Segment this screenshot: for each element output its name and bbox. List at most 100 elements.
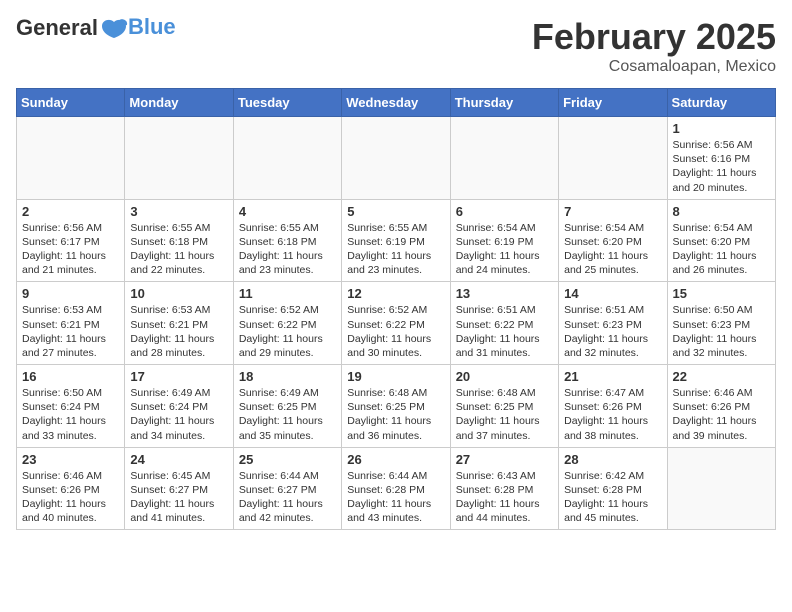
- calendar-cell: [450, 117, 558, 200]
- day-info: Sunrise: 6:49 AM Sunset: 6:25 PM Dayligh…: [239, 386, 336, 443]
- logo-bird-icon: [100, 18, 128, 40]
- day-number: 26: [347, 452, 444, 467]
- day-number: 10: [130, 286, 227, 301]
- calendar-cell: 5 Sunrise: 6:55 AM Sunset: 6:19 PM Daylig…: [342, 199, 450, 282]
- calendar-cell: 8 Sunrise: 6:54 AM Sunset: 6:20 PM Daylig…: [667, 199, 775, 282]
- day-number: 7: [564, 204, 661, 219]
- calendar-table: SundayMondayTuesdayWednesdayThursdayFrid…: [16, 88, 776, 530]
- calendar-cell: 12Sunrise: 6:52 AM Sunset: 6:22 PM Dayli…: [342, 282, 450, 365]
- day-info: Sunrise: 6:47 AM Sunset: 6:26 PM Dayligh…: [564, 386, 661, 443]
- day-info: Sunrise: 6:49 AM Sunset: 6:24 PM Dayligh…: [130, 386, 227, 443]
- day-info: Sunrise: 6:56 AM Sunset: 6:16 PM Dayligh…: [673, 138, 770, 195]
- day-number: 8: [673, 204, 770, 219]
- day-number: 23: [22, 452, 119, 467]
- calendar-body: 1 Sunrise: 6:56 AM Sunset: 6:16 PM Daylig…: [17, 117, 776, 530]
- day-number: 19: [347, 369, 444, 384]
- week-row-2: 2 Sunrise: 6:56 AM Sunset: 6:17 PM Daylig…: [17, 199, 776, 282]
- calendar-cell: 9 Sunrise: 6:53 AM Sunset: 6:21 PM Daylig…: [17, 282, 125, 365]
- weekday-header-wednesday: Wednesday: [342, 89, 450, 117]
- day-number: 21: [564, 369, 661, 384]
- day-number: 27: [456, 452, 553, 467]
- weekday-header-thursday: Thursday: [450, 89, 558, 117]
- day-number: 14: [564, 286, 661, 301]
- week-row-3: 9 Sunrise: 6:53 AM Sunset: 6:21 PM Daylig…: [17, 282, 776, 365]
- calendar-cell: 17 Sunrise: 6:49 AM Sunset: 6:24 PM Dayli…: [125, 365, 233, 448]
- day-info: Sunrise: 6:56 AM Sunset: 6:17 PM Dayligh…: [22, 221, 119, 278]
- calendar-cell: 19 Sunrise: 6:48 AM Sunset: 6:25 PM Dayli…: [342, 365, 450, 448]
- calendar-cell: 7 Sunrise: 6:54 AM Sunset: 6:20 PM Daylig…: [559, 199, 667, 282]
- calendar-cell: 16 Sunrise: 6:50 AM Sunset: 6:24 PM Dayli…: [17, 365, 125, 448]
- day-info: Sunrise: 6:53 AM Sunset: 6:21 PM Dayligh…: [130, 303, 227, 360]
- day-info: Sunrise: 6:44 AM Sunset: 6:27 PM Dayligh…: [239, 469, 336, 526]
- week-row-5: 23 Sunrise: 6:46 AM Sunset: 6:26 PM Dayli…: [17, 447, 776, 530]
- calendar-cell: 21 Sunrise: 6:47 AM Sunset: 6:26 PM Dayli…: [559, 365, 667, 448]
- day-info: Sunrise: 6:55 AM Sunset: 6:18 PM Dayligh…: [130, 221, 227, 278]
- calendar-cell: 15 Sunrise: 6:50 AM Sunset: 6:23 PM Dayli…: [667, 282, 775, 365]
- day-number: 3: [130, 204, 227, 219]
- calendar-cell: 1 Sunrise: 6:56 AM Sunset: 6:16 PM Daylig…: [667, 117, 775, 200]
- calendar-cell: 14 Sunrise: 6:51 AM Sunset: 6:23 PM Dayli…: [559, 282, 667, 365]
- week-row-1: 1 Sunrise: 6:56 AM Sunset: 6:16 PM Daylig…: [17, 117, 776, 200]
- calendar-cell: 2 Sunrise: 6:56 AM Sunset: 6:17 PM Daylig…: [17, 199, 125, 282]
- day-info: Sunrise: 6:44 AM Sunset: 6:28 PM Dayligh…: [347, 469, 444, 526]
- day-number: 17: [130, 369, 227, 384]
- day-info: Sunrise: 6:55 AM Sunset: 6:19 PM Dayligh…: [347, 221, 444, 278]
- day-info: Sunrise: 6:50 AM Sunset: 6:24 PM Dayligh…: [22, 386, 119, 443]
- weekday-header-monday: Monday: [125, 89, 233, 117]
- day-number: 4: [239, 204, 336, 219]
- calendar-cell: 6 Sunrise: 6:54 AM Sunset: 6:19 PM Daylig…: [450, 199, 558, 282]
- logo-blue: Blue: [128, 15, 176, 39]
- day-info: Sunrise: 6:52 AM Sunset: 6:22 PM Dayligh…: [239, 303, 336, 360]
- calendar-cell: 13 Sunrise: 6:51 AM Sunset: 6:22 PM Dayli…: [450, 282, 558, 365]
- day-number: 28: [564, 452, 661, 467]
- day-info: Sunrise: 6:45 AM Sunset: 6:27 PM Dayligh…: [130, 469, 227, 526]
- calendar-cell: [17, 117, 125, 200]
- day-number: 12: [347, 286, 444, 301]
- day-number: 24: [130, 452, 227, 467]
- day-number: 9: [22, 286, 119, 301]
- calendar-cell: 10 Sunrise: 6:53 AM Sunset: 6:21 PM Dayli…: [125, 282, 233, 365]
- day-info: Sunrise: 6:51 AM Sunset: 6:23 PM Dayligh…: [564, 303, 661, 360]
- weekday-header-saturday: Saturday: [667, 89, 775, 117]
- logo: General Blue: [16, 16, 176, 40]
- calendar-cell: 3 Sunrise: 6:55 AM Sunset: 6:18 PM Daylig…: [125, 199, 233, 282]
- day-number: 20: [456, 369, 553, 384]
- day-info: Sunrise: 6:43 AM Sunset: 6:28 PM Dayligh…: [456, 469, 553, 526]
- day-info: Sunrise: 6:54 AM Sunset: 6:19 PM Dayligh…: [456, 221, 553, 278]
- day-number: 6: [456, 204, 553, 219]
- day-info: Sunrise: 6:46 AM Sunset: 6:26 PM Dayligh…: [22, 469, 119, 526]
- day-info: Sunrise: 6:54 AM Sunset: 6:20 PM Dayligh…: [564, 221, 661, 278]
- day-number: 16: [22, 369, 119, 384]
- weekday-header-friday: Friday: [559, 89, 667, 117]
- day-info: Sunrise: 6:46 AM Sunset: 6:26 PM Dayligh…: [673, 386, 770, 443]
- calendar-cell: 20 Sunrise: 6:48 AM Sunset: 6:25 PM Dayli…: [450, 365, 558, 448]
- day-info: Sunrise: 6:53 AM Sunset: 6:21 PM Dayligh…: [22, 303, 119, 360]
- calendar-cell: 26 Sunrise: 6:44 AM Sunset: 6:28 PM Dayli…: [342, 447, 450, 530]
- calendar-cell: [342, 117, 450, 200]
- day-info: Sunrise: 6:48 AM Sunset: 6:25 PM Dayligh…: [347, 386, 444, 443]
- weekday-header-row: SundayMondayTuesdayWednesdayThursdayFrid…: [17, 89, 776, 117]
- calendar-cell: 27 Sunrise: 6:43 AM Sunset: 6:28 PM Dayli…: [450, 447, 558, 530]
- day-number: 2: [22, 204, 119, 219]
- logo-text: General: [16, 16, 128, 40]
- month-title: February 2025: [532, 16, 776, 58]
- day-number: 18: [239, 369, 336, 384]
- day-number: 13: [456, 286, 553, 301]
- day-number: 11: [239, 286, 336, 301]
- calendar-cell: 28Sunrise: 6:42 AM Sunset: 6:28 PM Dayli…: [559, 447, 667, 530]
- calendar-cell: 11 Sunrise: 6:52 AM Sunset: 6:22 PM Dayli…: [233, 282, 341, 365]
- day-number: 15: [673, 286, 770, 301]
- day-number: 5: [347, 204, 444, 219]
- calendar-cell: [233, 117, 341, 200]
- calendar-cell: [667, 447, 775, 530]
- calendar-cell: [559, 117, 667, 200]
- day-info: Sunrise: 6:50 AM Sunset: 6:23 PM Dayligh…: [673, 303, 770, 360]
- day-number: 1: [673, 121, 770, 136]
- weekday-header-sunday: Sunday: [17, 89, 125, 117]
- day-info: Sunrise: 6:51 AM Sunset: 6:22 PM Dayligh…: [456, 303, 553, 360]
- day-info: Sunrise: 6:54 AM Sunset: 6:20 PM Dayligh…: [673, 221, 770, 278]
- calendar-cell: 24 Sunrise: 6:45 AM Sunset: 6:27 PM Dayli…: [125, 447, 233, 530]
- weekday-header-tuesday: Tuesday: [233, 89, 341, 117]
- day-info: Sunrise: 6:48 AM Sunset: 6:25 PM Dayligh…: [456, 386, 553, 443]
- page-header: General Blue February 2025 Cosamaloapan,…: [16, 16, 776, 76]
